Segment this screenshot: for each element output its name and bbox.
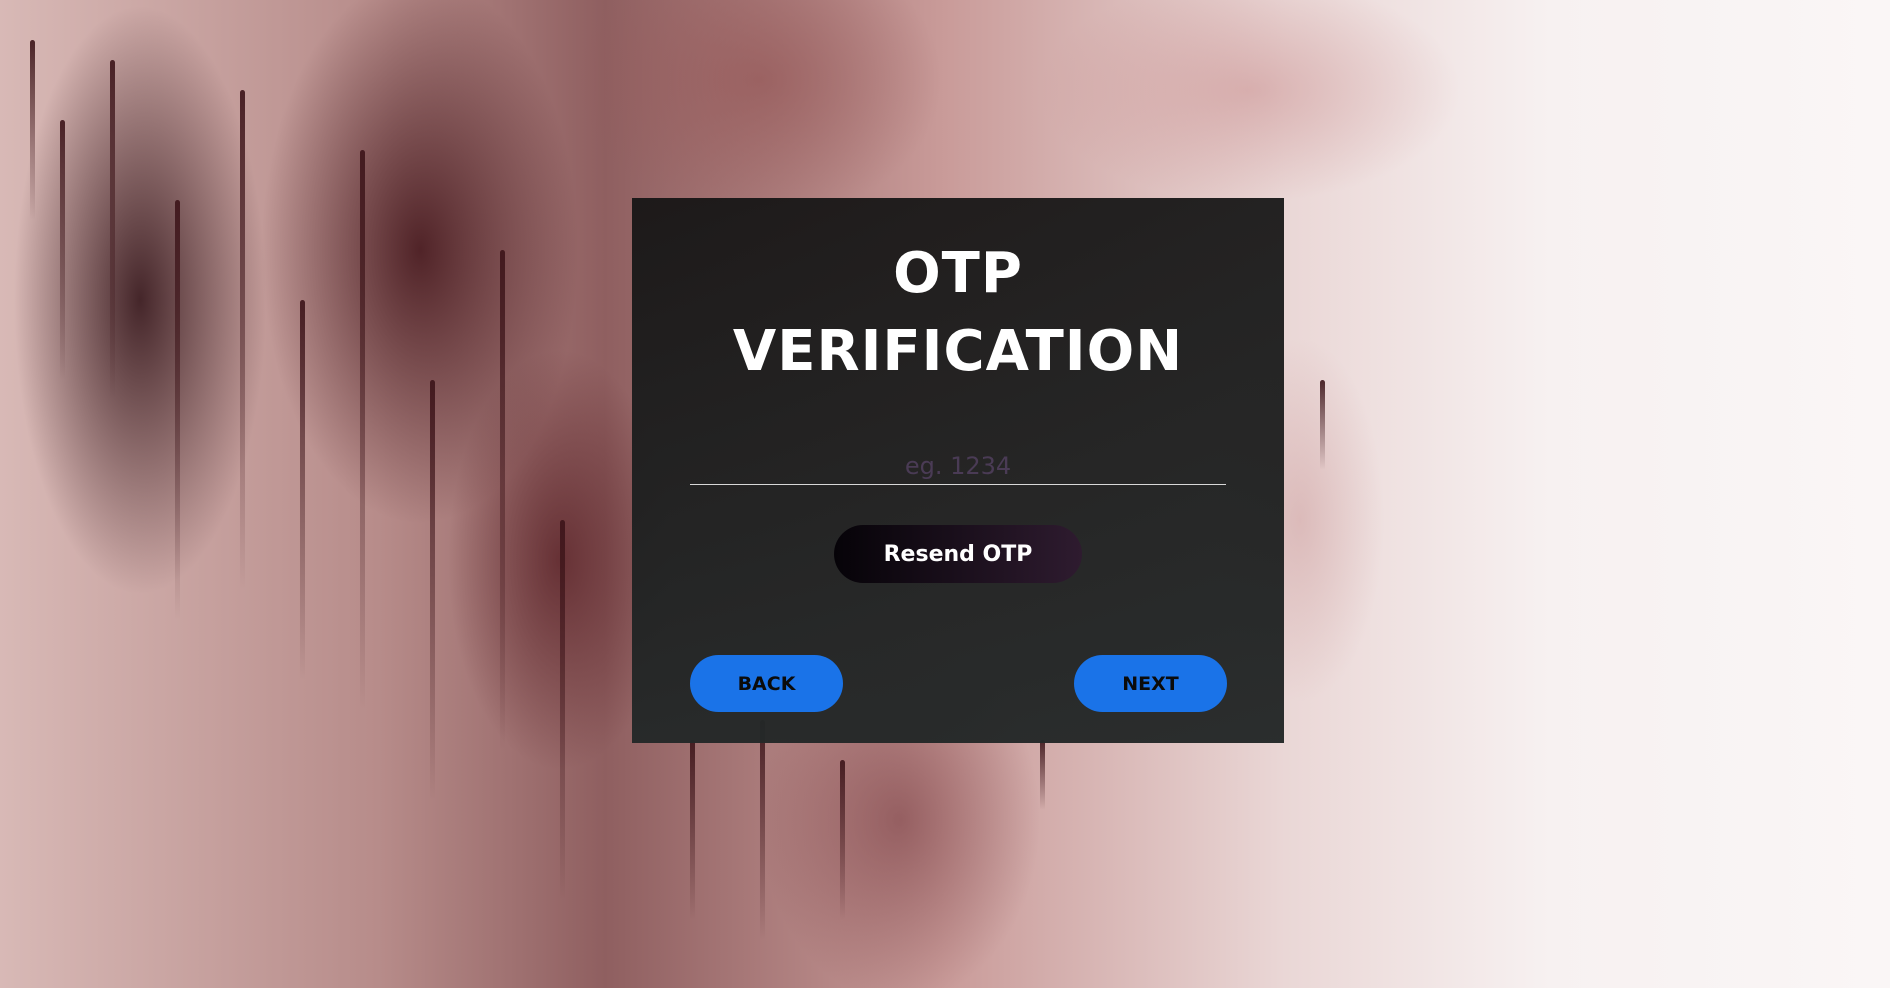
back-button[interactable]: BACK <box>690 655 843 712</box>
page-title-line1: OTP <box>893 241 1023 306</box>
otp-verification-card: OTP VERIFICATION Resend OTP BACK NEXT <box>632 198 1284 743</box>
otp-input[interactable] <box>690 448 1226 485</box>
page-title-line2: VERIFICATION <box>732 319 1184 384</box>
next-button[interactable]: NEXT <box>1074 655 1227 712</box>
resend-otp-button[interactable]: Resend OTP <box>834 525 1082 583</box>
